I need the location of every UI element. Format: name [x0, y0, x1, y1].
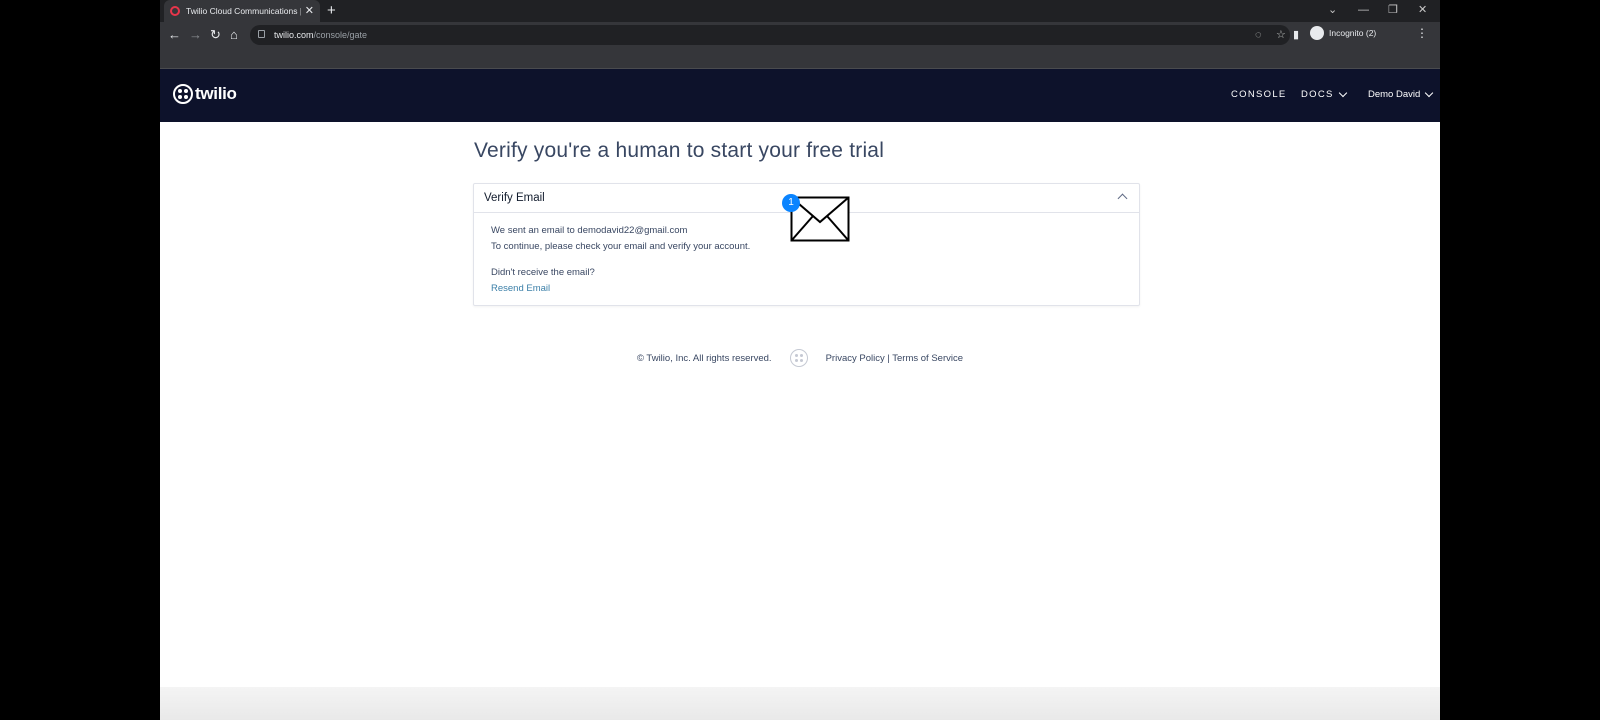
url-text[interactable]: twilio.com/console/gate [274, 28, 367, 42]
close-tab-icon[interactable]: ✕ [305, 5, 314, 17]
page-footer: © Twilio, Inc. All rights reserved. Priv… [160, 349, 1440, 367]
lock-icon [258, 30, 265, 38]
tab-title: Twilio Cloud Communications | W [186, 6, 301, 16]
nav-console[interactable]: CONSOLE [1231, 89, 1287, 100]
eye-off-icon[interactable]: ◌ [1255, 28, 1262, 42]
star-icon[interactable]: ☆ [1276, 28, 1286, 42]
incognito-profile[interactable]: Incognito (2) [1310, 26, 1376, 40]
incognito-icon [1310, 26, 1324, 40]
chevron-up-icon[interactable] [1117, 193, 1128, 204]
chevron-down-icon [1338, 88, 1347, 97]
bookmark-bar [160, 48, 1440, 69]
policy-links[interactable]: Privacy Policy | Terms of Service [826, 353, 963, 364]
verify-email-card: Verify Email We sent an email to demodav… [473, 183, 1140, 306]
user-menu[interactable]: Demo David [1368, 88, 1434, 100]
restore-icon[interactable]: ❐ [1388, 3, 1398, 17]
back-icon[interactable]: ← [168, 26, 181, 44]
browser-window: Twilio Cloud Communications | W ✕ + ⌄ — … [160, 0, 1440, 720]
twilio-favicon-icon [170, 6, 180, 16]
page-title: Verify you're a human to start your free… [474, 139, 885, 162]
home-icon[interactable]: ⌂ [230, 26, 238, 44]
nav-docs[interactable]: DOCS [1301, 88, 1347, 100]
tab-search-icon[interactable]: ⌄ [1328, 3, 1337, 17]
reload-icon[interactable]: ↻ [210, 26, 221, 44]
no-email-question: Didn't receive the email? [491, 267, 595, 278]
menu-kebab-icon[interactable]: ⋮ [1416, 26, 1428, 40]
sent-email-text: We sent an email to demodavid22@gmail.co… [491, 225, 688, 236]
minimize-icon[interactable]: — [1358, 3, 1369, 17]
notification-badge: 1 [782, 194, 800, 212]
bottom-strip [160, 687, 1440, 720]
twilio-footer-logo-icon [789, 349, 808, 367]
logo-wordmark: twilio [195, 84, 237, 103]
forward-icon[interactable]: → [189, 26, 202, 44]
new-tab-icon[interactable]: + [327, 2, 336, 20]
browser-tab[interactable]: Twilio Cloud Communications | W ✕ [164, 0, 320, 22]
site-header: twilio CONSOLE DOCS Demo David [160, 69, 1440, 122]
tab-strip: Twilio Cloud Communications | W ✕ + ⌄ — … [160, 0, 1440, 22]
profile-label: Incognito (2) [1329, 28, 1377, 38]
twilio-logo-icon [173, 84, 193, 104]
side-panel-icon[interactable]: ▮ [1293, 26, 1299, 44]
close-window-icon[interactable]: ✕ [1418, 3, 1427, 17]
chevron-down-icon [1425, 88, 1434, 97]
continue-instructions: To continue, please check your email and… [491, 241, 751, 252]
twilio-logo[interactable]: twilio [173, 84, 237, 104]
browser-toolbar: ← → ↻ ⌂ twilio.com/console/gate ◌ ☆ ▮ In… [160, 22, 1440, 48]
resend-email-link[interactable]: Resend Email [491, 283, 550, 294]
copyright-text: © Twilio, Inc. All rights reserved. [636, 352, 772, 364]
card-title: Verify Email [484, 192, 545, 204]
address-bar[interactable]: twilio.com/console/gate ◌ ☆ [250, 25, 1290, 45]
